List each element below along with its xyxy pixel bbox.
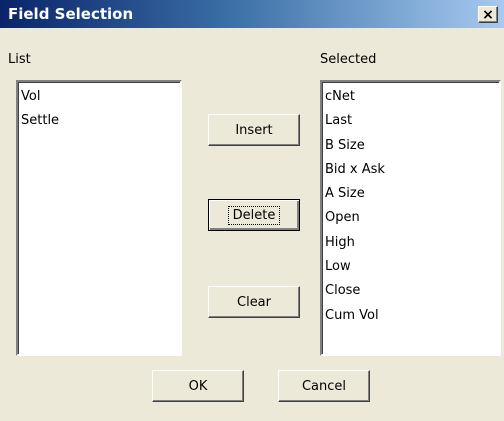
ok-button-label: OK: [188, 378, 208, 394]
available-fields-list[interactable]: Vol Settle: [16, 80, 182, 356]
list-item[interactable]: B Size: [325, 134, 499, 158]
window-title: Field Selection: [8, 5, 134, 23]
list-item[interactable]: Cum Vol: [325, 304, 499, 328]
list-item[interactable]: cNet: [325, 85, 499, 109]
clear-button-label: Clear: [237, 294, 271, 310]
clear-button[interactable]: Clear: [208, 286, 300, 318]
delete-button[interactable]: Delete: [208, 199, 300, 231]
list-item[interactable]: Last: [325, 109, 499, 133]
title-bar[interactable]: Field Selection ×: [0, 0, 504, 28]
list-item[interactable]: Settle: [21, 109, 180, 133]
list-item[interactable]: Bid x Ask: [325, 158, 499, 182]
ok-button[interactable]: OK: [152, 370, 244, 402]
close-button[interactable]: ×: [478, 6, 498, 23]
delete-button-label: Delete: [227, 205, 281, 225]
insert-button[interactable]: Insert: [208, 114, 300, 146]
list-item[interactable]: Open: [325, 206, 499, 230]
list-item[interactable]: High: [325, 231, 499, 255]
field-selection-dialog: Field Selection × List Selected Vol Sett…: [0, 0, 504, 421]
list-label: List: [8, 52, 31, 67]
list-item[interactable]: Vol: [21, 85, 180, 109]
selected-fields-list[interactable]: cNet Last B Size Bid x Ask A Size Open H…: [320, 80, 501, 356]
list-item[interactable]: Close: [325, 279, 499, 303]
cancel-button-label: Cancel: [301, 378, 347, 394]
close-icon: ×: [482, 6, 494, 23]
selected-label: Selected: [320, 52, 377, 67]
cancel-button[interactable]: Cancel: [278, 370, 370, 402]
list-item[interactable]: A Size: [325, 182, 499, 206]
insert-button-label: Insert: [235, 122, 273, 138]
list-item[interactable]: Low: [325, 255, 499, 279]
